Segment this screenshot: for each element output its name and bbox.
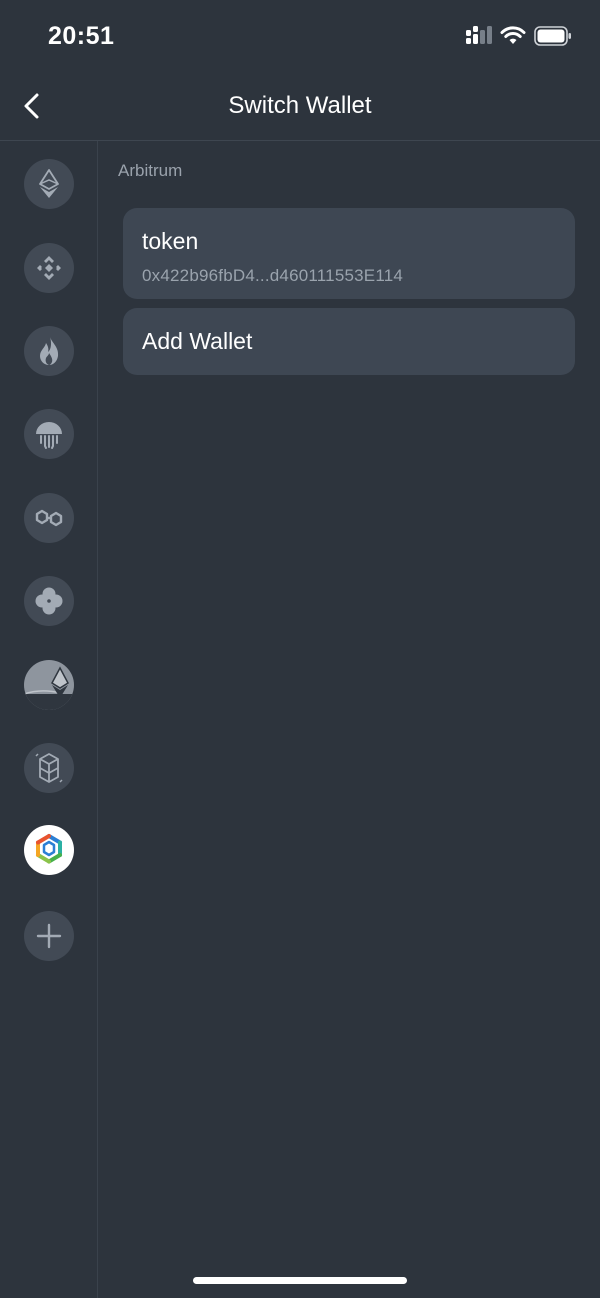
- chain-item-heco[interactable]: [24, 326, 74, 376]
- chain-item-arbitrum[interactable]: [24, 825, 74, 875]
- plus-icon: [36, 923, 62, 949]
- chain-item-polygon[interactable]: [24, 493, 74, 543]
- cellular-signal-icon: [466, 26, 492, 53]
- okc-jellyfish-icon: [36, 422, 62, 449]
- ethereum-icon: [39, 169, 59, 198]
- add-wallet-button[interactable]: Add Wallet: [123, 308, 575, 375]
- wifi-icon: [500, 25, 526, 50]
- add-wallet-label: Add Wallet: [142, 328, 253, 354]
- arbitrum-hexagon-icon: [36, 834, 62, 864]
- heco-flame-icon: [40, 337, 59, 365]
- page-title: Switch Wallet: [228, 92, 372, 119]
- chain-item-optimism-eth[interactable]: [24, 660, 74, 710]
- status-bar: 20:51: [0, 0, 600, 76]
- wallet-card[interactable]: token 0x422b96fbD4...d460111553E114: [123, 208, 575, 299]
- battery-icon: [534, 26, 572, 51]
- chain-item-bnb[interactable]: [24, 243, 74, 293]
- fantom-icon: [35, 753, 63, 783]
- switch-wallet-screen: 20:51 Switch Wallet Arbitrum token 0x422…: [0, 0, 600, 1298]
- polygon-icon: [35, 509, 63, 527]
- chain-item-ethereum[interactable]: [24, 159, 74, 209]
- section-label: Arbitrum: [118, 161, 183, 180]
- chain-sidebar: [0, 141, 98, 1298]
- wallet-name: token: [142, 228, 199, 254]
- add-chain-button[interactable]: [24, 911, 74, 961]
- bnb-chain-icon: [37, 256, 61, 280]
- chain-item-fantom[interactable]: [24, 743, 74, 793]
- clover-icon: [35, 587, 63, 615]
- wallet-address: 0x422b96fbD4...d460111553E114: [142, 266, 404, 285]
- home-indicator[interactable]: [193, 1277, 407, 1284]
- nav-bar: Switch Wallet: [0, 76, 600, 141]
- chain-item-okc[interactable]: [24, 409, 74, 459]
- optimism-ethereum-icon: [24, 666, 74, 710]
- chain-item-clover[interactable]: [24, 576, 74, 626]
- status-time: 20:51: [48, 22, 115, 50]
